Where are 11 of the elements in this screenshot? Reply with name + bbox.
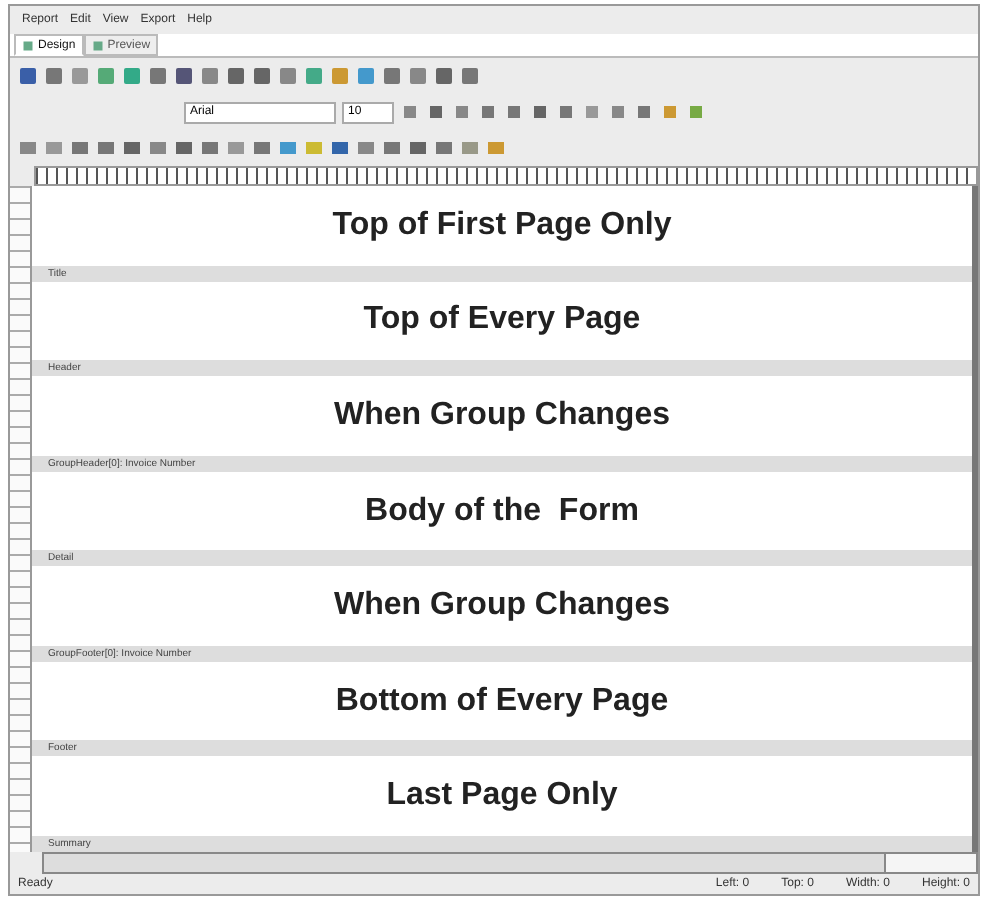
band-area[interactable]: Body of the Form <box>32 471 972 551</box>
horizontal-scrollbar[interactable] <box>42 852 978 874</box>
band-text: When Group Changes <box>334 588 670 625</box>
tab-icon <box>22 39 34 51</box>
band-text: Last Page Only <box>386 778 618 815</box>
band-text: Top of Every Page <box>363 302 641 339</box>
tab-icon <box>91 39 104 51</box>
band-text: Body of the Form <box>365 493 639 530</box>
band-text: Top of First Page Only <box>332 207 672 244</box>
band-text: Bottom of Every Page <box>335 683 669 720</box>
band-text: When Group Changes <box>334 397 670 434</box>
